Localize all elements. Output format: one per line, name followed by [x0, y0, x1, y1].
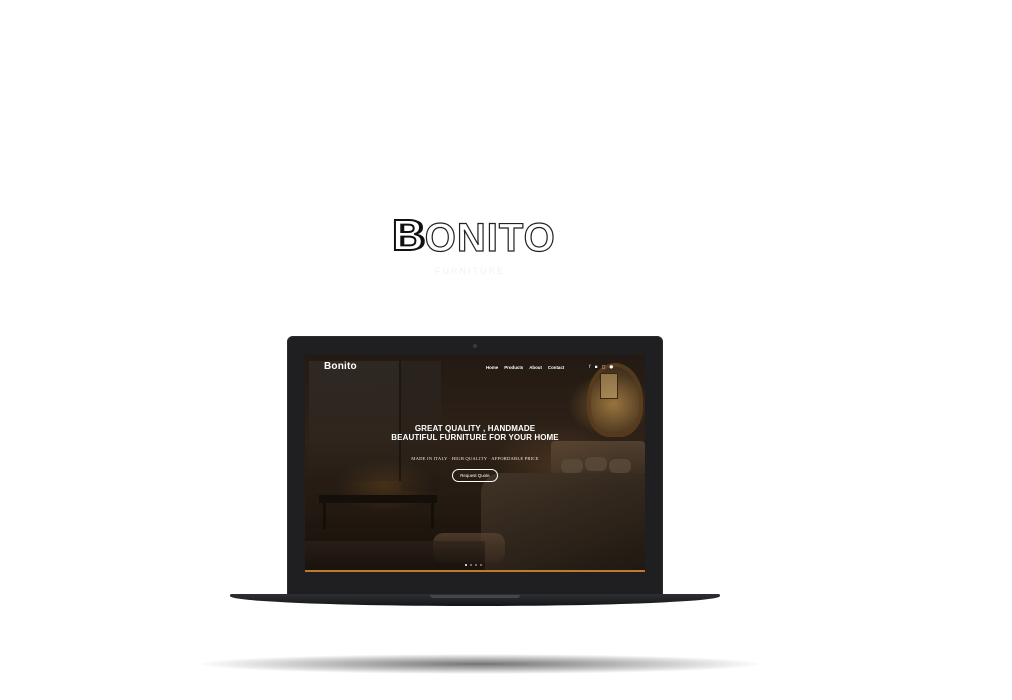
laptop-opening-notch: [430, 595, 520, 598]
slider-dot[interactable]: [480, 564, 482, 566]
screen-accent-bar: [305, 570, 645, 572]
facebook-icon[interactable]: f: [589, 365, 591, 370]
brand-logo-initial: B: [391, 211, 425, 260]
nav-link-about[interactable]: About: [529, 365, 542, 370]
request-quote-button[interactable]: Request Quote: [452, 469, 498, 482]
laptop-screen: Bonito Home Products About Contact f ▪ ◻…: [305, 355, 645, 572]
floor-shadow: [200, 654, 760, 674]
bonito-brand-logo: B ONITO: [391, 208, 556, 260]
hero-title-line-1: GREAT QUALITY , HANDMADE: [414, 424, 536, 433]
nav-link-contact[interactable]: Contact: [548, 365, 564, 370]
slider-dot[interactable]: [475, 564, 477, 566]
mockup-stage: B ONITO FURNITURE Bonito Home Products A…: [0, 0, 1012, 700]
hero-subtitle: MADE IN ITALY · HIGH QUALITY · AFFORDABL…: [411, 456, 539, 461]
brand-tagline: FURNITURE: [435, 266, 505, 276]
slider-dot[interactable]: [470, 564, 472, 566]
nav-link-products[interactable]: Products: [504, 365, 523, 370]
site-nav: Home Products About Contact: [486, 365, 564, 370]
instagram-icon[interactable]: ◻: [602, 365, 606, 370]
site-logo[interactable]: Bonito: [324, 361, 357, 372]
pinterest-icon[interactable]: ●: [609, 365, 613, 370]
slider-dot[interactable]: [465, 564, 467, 566]
nav-link-home[interactable]: Home: [486, 365, 498, 370]
hero-title-line-2: BEAUTIFUL FURNITURE FOR YOUR HOME: [391, 433, 559, 442]
slider-dots: [465, 564, 482, 566]
twitter-icon[interactable]: ▪: [595, 365, 598, 370]
brand-logo-text: ONITO: [424, 216, 556, 260]
social-links: f ▪ ◻ ●: [589, 365, 613, 370]
laptop-lid: Bonito Home Products About Contact f ▪ ◻…: [287, 336, 663, 596]
laptop-camera: [473, 344, 477, 348]
hero-section: GREAT QUALITY , HANDMADE BEAUTIFUL FURNI…: [305, 424, 645, 482]
